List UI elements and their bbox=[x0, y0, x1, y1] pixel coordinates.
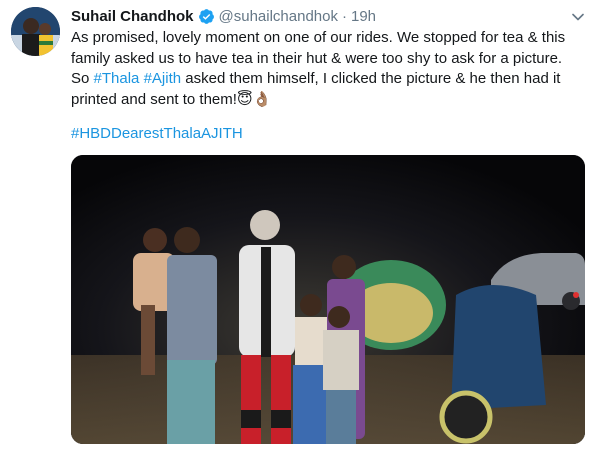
hashtag-link-ajith[interactable]: #Ajith bbox=[144, 70, 182, 87]
tweet-card: Suhail Chandhok @suhailchandhok · 19h As… bbox=[0, 0, 600, 454]
tweet-header: Suhail Chandhok @suhailchandhok · 19h bbox=[71, 6, 376, 26]
tweet-text-line: family asked us to have tea in their hut… bbox=[71, 49, 563, 67]
group-photo-image bbox=[71, 155, 585, 444]
author-handle[interactable]: @suhailchandhok bbox=[219, 8, 338, 25]
tweet-timestamp[interactable]: 19h bbox=[351, 8, 376, 25]
tweet-text-line: So #Thala #Ajith asked them himself, I c… bbox=[71, 69, 591, 90]
tweet-text: As promised, lovely moment on one of our… bbox=[71, 28, 591, 110]
hashtag-link-hbd[interactable]: #HBDDearestThalaAJITH bbox=[71, 125, 243, 142]
hashtag-link-thala[interactable]: #Thala bbox=[94, 70, 140, 87]
avatar[interactable] bbox=[11, 7, 60, 56]
tweet-text-segment: asked them himself, I clicked the pictur… bbox=[181, 70, 561, 87]
tweet-photo[interactable] bbox=[71, 155, 585, 444]
verified-badge-icon bbox=[198, 8, 215, 25]
chevron-down-icon[interactable] bbox=[570, 9, 586, 25]
author-name[interactable]: Suhail Chandhok bbox=[71, 8, 194, 25]
tweet-text-line: As promised, lovely moment on one of our… bbox=[71, 29, 566, 46]
separator-dot: · bbox=[342, 7, 347, 25]
tweet-text-segment: So bbox=[71, 70, 94, 87]
avatar-image bbox=[11, 7, 60, 56]
tweet-text-line: printed and sent to them!😇👌🏽 bbox=[71, 90, 272, 108]
